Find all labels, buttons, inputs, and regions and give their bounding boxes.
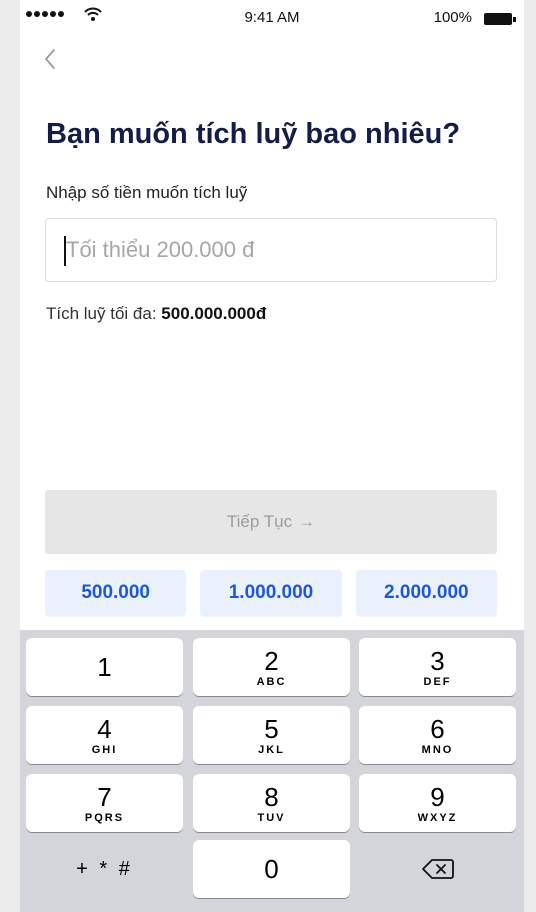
- key-letters: MNO: [421, 743, 454, 756]
- key-symbols[interactable]: + * #: [26, 840, 183, 898]
- page-title: Bạn muốn tích luỹ bao nhiêu?: [46, 118, 461, 150]
- key-letters: PQRS: [84, 811, 125, 824]
- quick-amount-1000000[interactable]: 1.000.000: [200, 570, 342, 616]
- key-symbols-label: + * #: [76, 857, 133, 880]
- battery-icon: [484, 13, 516, 25]
- key-8[interactable]: 8 TUV: [193, 774, 350, 832]
- key-letters: DEF: [423, 675, 452, 688]
- key-letters: WXYZ: [417, 811, 458, 824]
- key-letters: TUV: [257, 811, 286, 824]
- key-delete[interactable]: [359, 840, 516, 898]
- amount-input[interactable]: [45, 218, 497, 282]
- key-digit: 9: [430, 781, 445, 812]
- key-digit: 2: [264, 645, 279, 676]
- numeric-keypad: 1 2 ABC 3 DEF 4 GHI 5 JKL 6 MNO 7 PQRS 8: [20, 630, 524, 912]
- continue-label: Tiếp Tục: [226, 512, 293, 531]
- battery-percent: 100%: [433, 9, 472, 26]
- continue-button[interactable]: Tiếp Tục →: [45, 490, 497, 554]
- status-bar: 9:41 AM 100%: [20, 0, 524, 40]
- key-2[interactable]: 2 ABC: [193, 638, 350, 696]
- amount-field-label: Nhập số tiền muốn tích luỹ: [46, 183, 248, 202]
- key-7[interactable]: 7 PQRS: [26, 774, 183, 832]
- key-digit: 4: [97, 713, 112, 744]
- key-3[interactable]: 3 DEF: [359, 638, 516, 696]
- key-digit: 7: [97, 781, 112, 812]
- quick-amount-500000[interactable]: 500.000: [45, 570, 187, 616]
- key-digit: 5: [264, 713, 279, 744]
- text-cursor: [64, 236, 66, 266]
- key-5[interactable]: 5 JKL: [193, 706, 350, 764]
- key-letters: GHI: [91, 743, 118, 756]
- key-digit: 0: [264, 854, 279, 884]
- key-digit: 3: [430, 645, 445, 676]
- key-digit: 1: [97, 652, 112, 682]
- key-6[interactable]: 6 MNO: [359, 706, 516, 764]
- key-4[interactable]: 4 GHI: [26, 706, 183, 764]
- arrow-right-icon: →: [298, 512, 316, 531]
- key-1[interactable]: 1: [26, 638, 183, 696]
- quick-amount-row: 500.000 1.000.000 2.000.000: [45, 570, 497, 616]
- key-9[interactable]: 9 WXYZ: [359, 774, 516, 832]
- key-digit: 6: [430, 713, 445, 744]
- max-amount-value: 500.000.000đ: [161, 304, 267, 323]
- back-button[interactable]: [36, 44, 68, 76]
- chevron-left-icon: [45, 49, 55, 69]
- backspace-icon: [421, 859, 454, 879]
- key-0[interactable]: 0: [193, 840, 350, 898]
- key-letters: JKL: [258, 743, 285, 756]
- key-digit: 8: [264, 781, 279, 812]
- max-amount-note: Tích luỹ tối đa: 500.000.000đ: [46, 304, 266, 324]
- quick-amount-2000000[interactable]: 2.000.000: [355, 570, 497, 616]
- max-amount-label: Tích luỹ tối đa:: [46, 304, 157, 323]
- key-letters: ABC: [256, 675, 287, 688]
- phone-screen: 9:41 AM 100% Bạn muốn tích luỹ bao nhiêu…: [20, 0, 524, 912]
